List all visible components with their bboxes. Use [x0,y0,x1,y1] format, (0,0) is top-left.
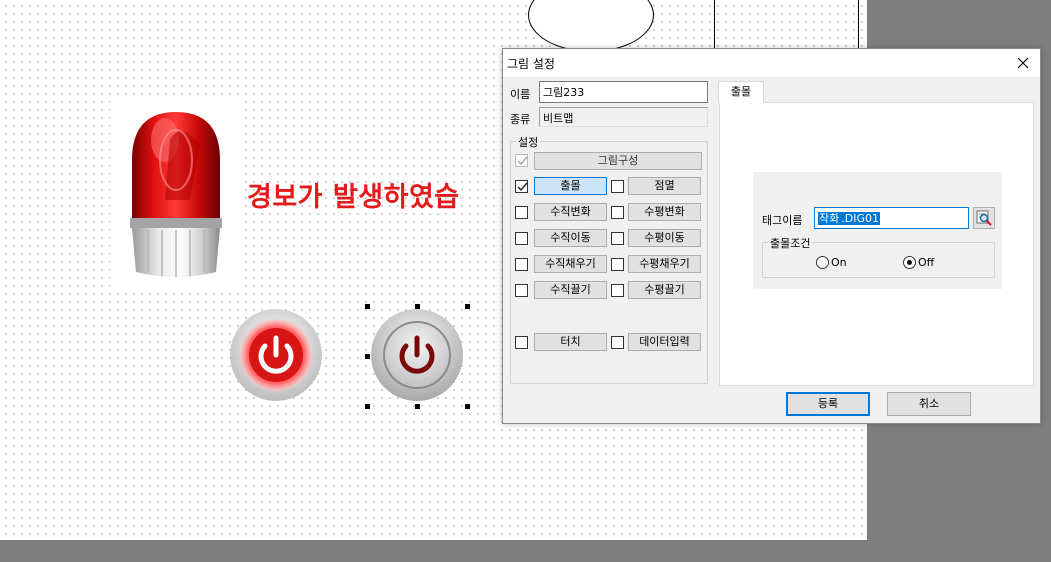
tag-name-field[interactable]: 작화 .DIG01 [814,207,969,229]
name-label: 이름 [510,88,531,101]
vertical-move-checkbox[interactable] [515,232,528,245]
radio-on-label[interactable]: On [831,256,847,269]
dialog-title: 그림 설정 [507,57,555,71]
radio-off[interactable] [903,256,916,269]
vertical-fill-checkbox[interactable] [515,258,528,271]
picture-settings-dialog: 그림 설정 이름 그림233 종류 비트맵 설정 그림구성 출몰 점멸 수직변화… [502,48,1041,424]
blink-button[interactable]: 점멸 [628,177,701,195]
appear-checkbox[interactable] [515,180,528,193]
power-button-off-image[interactable] [370,308,464,402]
type-field: 비트맵 [539,107,708,127]
picture-compose-button[interactable]: 그림구성 [534,152,702,170]
condition-group-label: 출몰조건 [768,235,813,251]
ellipse-shape[interactable] [528,0,654,52]
radio-on[interactable] [816,256,829,269]
horizontal-move-checkbox[interactable] [611,232,624,245]
settings-group-label: 설정 [516,134,541,150]
radio-off-label[interactable]: Off [918,256,934,269]
warning-light-image[interactable] [110,100,240,290]
tab-appear[interactable]: 출몰 [718,81,764,103]
touch-checkbox[interactable] [515,336,528,349]
horizontal-move-button[interactable]: 수평이동 [628,229,701,247]
tag-browse-button[interactable] [973,207,995,229]
horizontal-change-checkbox[interactable] [611,206,624,219]
name-field[interactable]: 그림233 [539,81,708,103]
horizontal-change-button[interactable]: 수평변화 [628,203,701,221]
warning-message-text[interactable]: 경보가 발생하였습 [247,175,460,214]
horizontal-fill-button[interactable]: 수평채우기 [628,255,701,273]
vertical-fill-button[interactable]: 수직채우기 [534,255,607,273]
data-input-button[interactable]: 데이터입력 [628,333,701,351]
horizontal-fill-checkbox[interactable] [611,258,624,271]
selection-handle-top-left[interactable] [365,304,370,309]
tag-name-selected-text: 작화 [818,212,841,225]
type-label: 종류 [510,113,531,126]
touch-button[interactable]: 터치 [534,333,607,351]
horizontal-drag-checkbox[interactable] [611,284,624,297]
vertical-drag-checkbox[interactable] [515,284,528,297]
vertical-drag-button[interactable]: 수직끌기 [534,281,607,299]
picture-compose-checkbox[interactable] [515,154,528,167]
selection-handle-bottom-right[interactable] [465,404,470,409]
register-button[interactable]: 등록 [786,392,870,416]
selection-handle-bottom[interactable] [415,404,420,409]
data-input-checkbox[interactable] [611,336,624,349]
horizontal-drag-button[interactable]: 수평끌기 [628,281,701,299]
dialog-title-bar[interactable]: 그림 설정 [503,49,1040,77]
vertical-change-button[interactable]: 수직변화 [534,203,607,221]
selection-handle-top[interactable] [415,304,420,309]
blink-checkbox[interactable] [611,180,624,193]
cancel-button[interactable]: 취소 [887,392,971,416]
tag-name-label: 태그이름 [762,214,803,227]
selection-handle-bottom-left[interactable] [365,404,370,409]
power-button-on-image[interactable] [229,308,323,402]
tag-name-rest-text: .DIG01 [840,212,880,225]
search-icon [976,210,992,226]
vertical-change-checkbox[interactable] [515,206,528,219]
appear-button[interactable]: 출몰 [534,177,607,195]
close-icon[interactable] [1012,52,1034,74]
selection-handle-top-right[interactable] [465,304,470,309]
vertical-move-button[interactable]: 수직이동 [534,229,607,247]
selection-handle-left[interactable] [365,354,370,359]
